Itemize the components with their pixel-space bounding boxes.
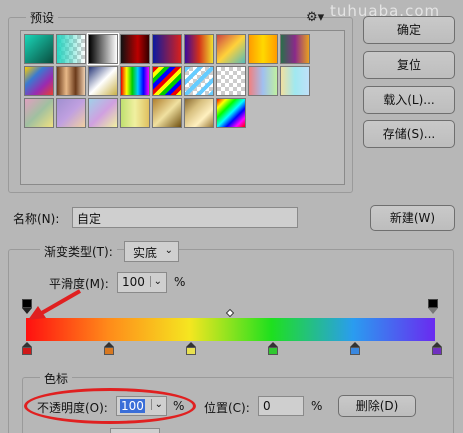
preset-swatch[interactable] <box>56 34 86 64</box>
preset-swatch[interactable] <box>248 66 278 96</box>
preset-swatch[interactable] <box>248 34 278 64</box>
load-button[interactable]: 载入(L)... <box>363 86 455 114</box>
preset-swatch[interactable] <box>152 66 182 96</box>
preset-swatch[interactable] <box>87 33 119 65</box>
gradient-type-select[interactable]: 实底 ⌄ <box>124 241 179 262</box>
gradient-type-value: 实底 <box>133 246 158 260</box>
preset-swatch[interactable] <box>24 98 54 128</box>
preset-swatch[interactable] <box>216 34 246 64</box>
position-unit: % <box>311 399 323 413</box>
preset-swatch[interactable] <box>184 98 214 128</box>
preset-swatch[interactable] <box>120 34 150 64</box>
presets-title: 预设 <box>26 9 59 26</box>
gradient-bar[interactable] <box>26 318 435 341</box>
opacity-stop-right[interactable] <box>428 299 438 315</box>
chevron-down-icon: ⌄ <box>164 245 173 256</box>
color-stop[interactable] <box>432 342 442 355</box>
color-stop[interactable] <box>104 342 114 355</box>
color-stop-title: 色标 <box>40 370 73 387</box>
chevron-down-icon: ⌄ <box>149 276 162 287</box>
preset-swatch[interactable] <box>120 98 150 128</box>
reset-button[interactable]: 复位 <box>363 51 455 79</box>
gear-icon[interactable]: ⚙▾ <box>306 10 324 25</box>
preset-swatch[interactable] <box>24 34 54 64</box>
preset-swatch[interactable] <box>120 66 150 96</box>
preset-swatch[interactable] <box>88 66 118 96</box>
preset-swatch[interactable] <box>184 34 214 64</box>
save-button[interactable]: 存储(S)... <box>363 120 455 148</box>
preset-swatch[interactable] <box>152 34 182 64</box>
color-stop[interactable] <box>350 342 360 355</box>
preset-swatch[interactable] <box>216 98 246 128</box>
preset-swatch[interactable] <box>56 66 86 96</box>
annotation-arrow-icon <box>28 289 81 320</box>
highlight-ellipse <box>24 388 196 424</box>
preset-swatch[interactable] <box>280 34 310 64</box>
color-stop[interactable] <box>268 342 278 355</box>
preset-swatch[interactable] <box>184 66 214 96</box>
gradient-type-label: 渐变类型(T): <box>40 243 117 260</box>
position-input[interactable]: 0 <box>258 396 304 416</box>
color-stop[interactable] <box>186 342 196 355</box>
ok-button[interactable]: 确定 <box>363 16 455 44</box>
smoothness-unit: % <box>174 275 186 289</box>
name-label: 名称(N): <box>13 212 60 226</box>
preset-swatch[interactable] <box>56 98 86 128</box>
preset-swatch[interactable] <box>152 98 182 128</box>
presets-list[interactable] <box>20 30 345 185</box>
smoothness-value: 100 <box>122 275 145 289</box>
color-swatch-field[interactable] <box>110 428 160 433</box>
new-button[interactable]: 新建(W) <box>370 205 455 231</box>
color-stop[interactable] <box>22 342 32 355</box>
name-input[interactable]: 自定 <box>72 207 298 228</box>
preset-swatch[interactable] <box>88 98 118 128</box>
preset-swatch[interactable] <box>280 66 310 96</box>
preset-swatch[interactable] <box>216 66 246 96</box>
preset-swatch[interactable] <box>24 66 54 96</box>
smoothness-input[interactable]: 100 ⌄ <box>117 272 167 293</box>
delete-button[interactable]: 删除(D) <box>338 395 416 417</box>
position-label: 位置(C): <box>204 401 250 415</box>
